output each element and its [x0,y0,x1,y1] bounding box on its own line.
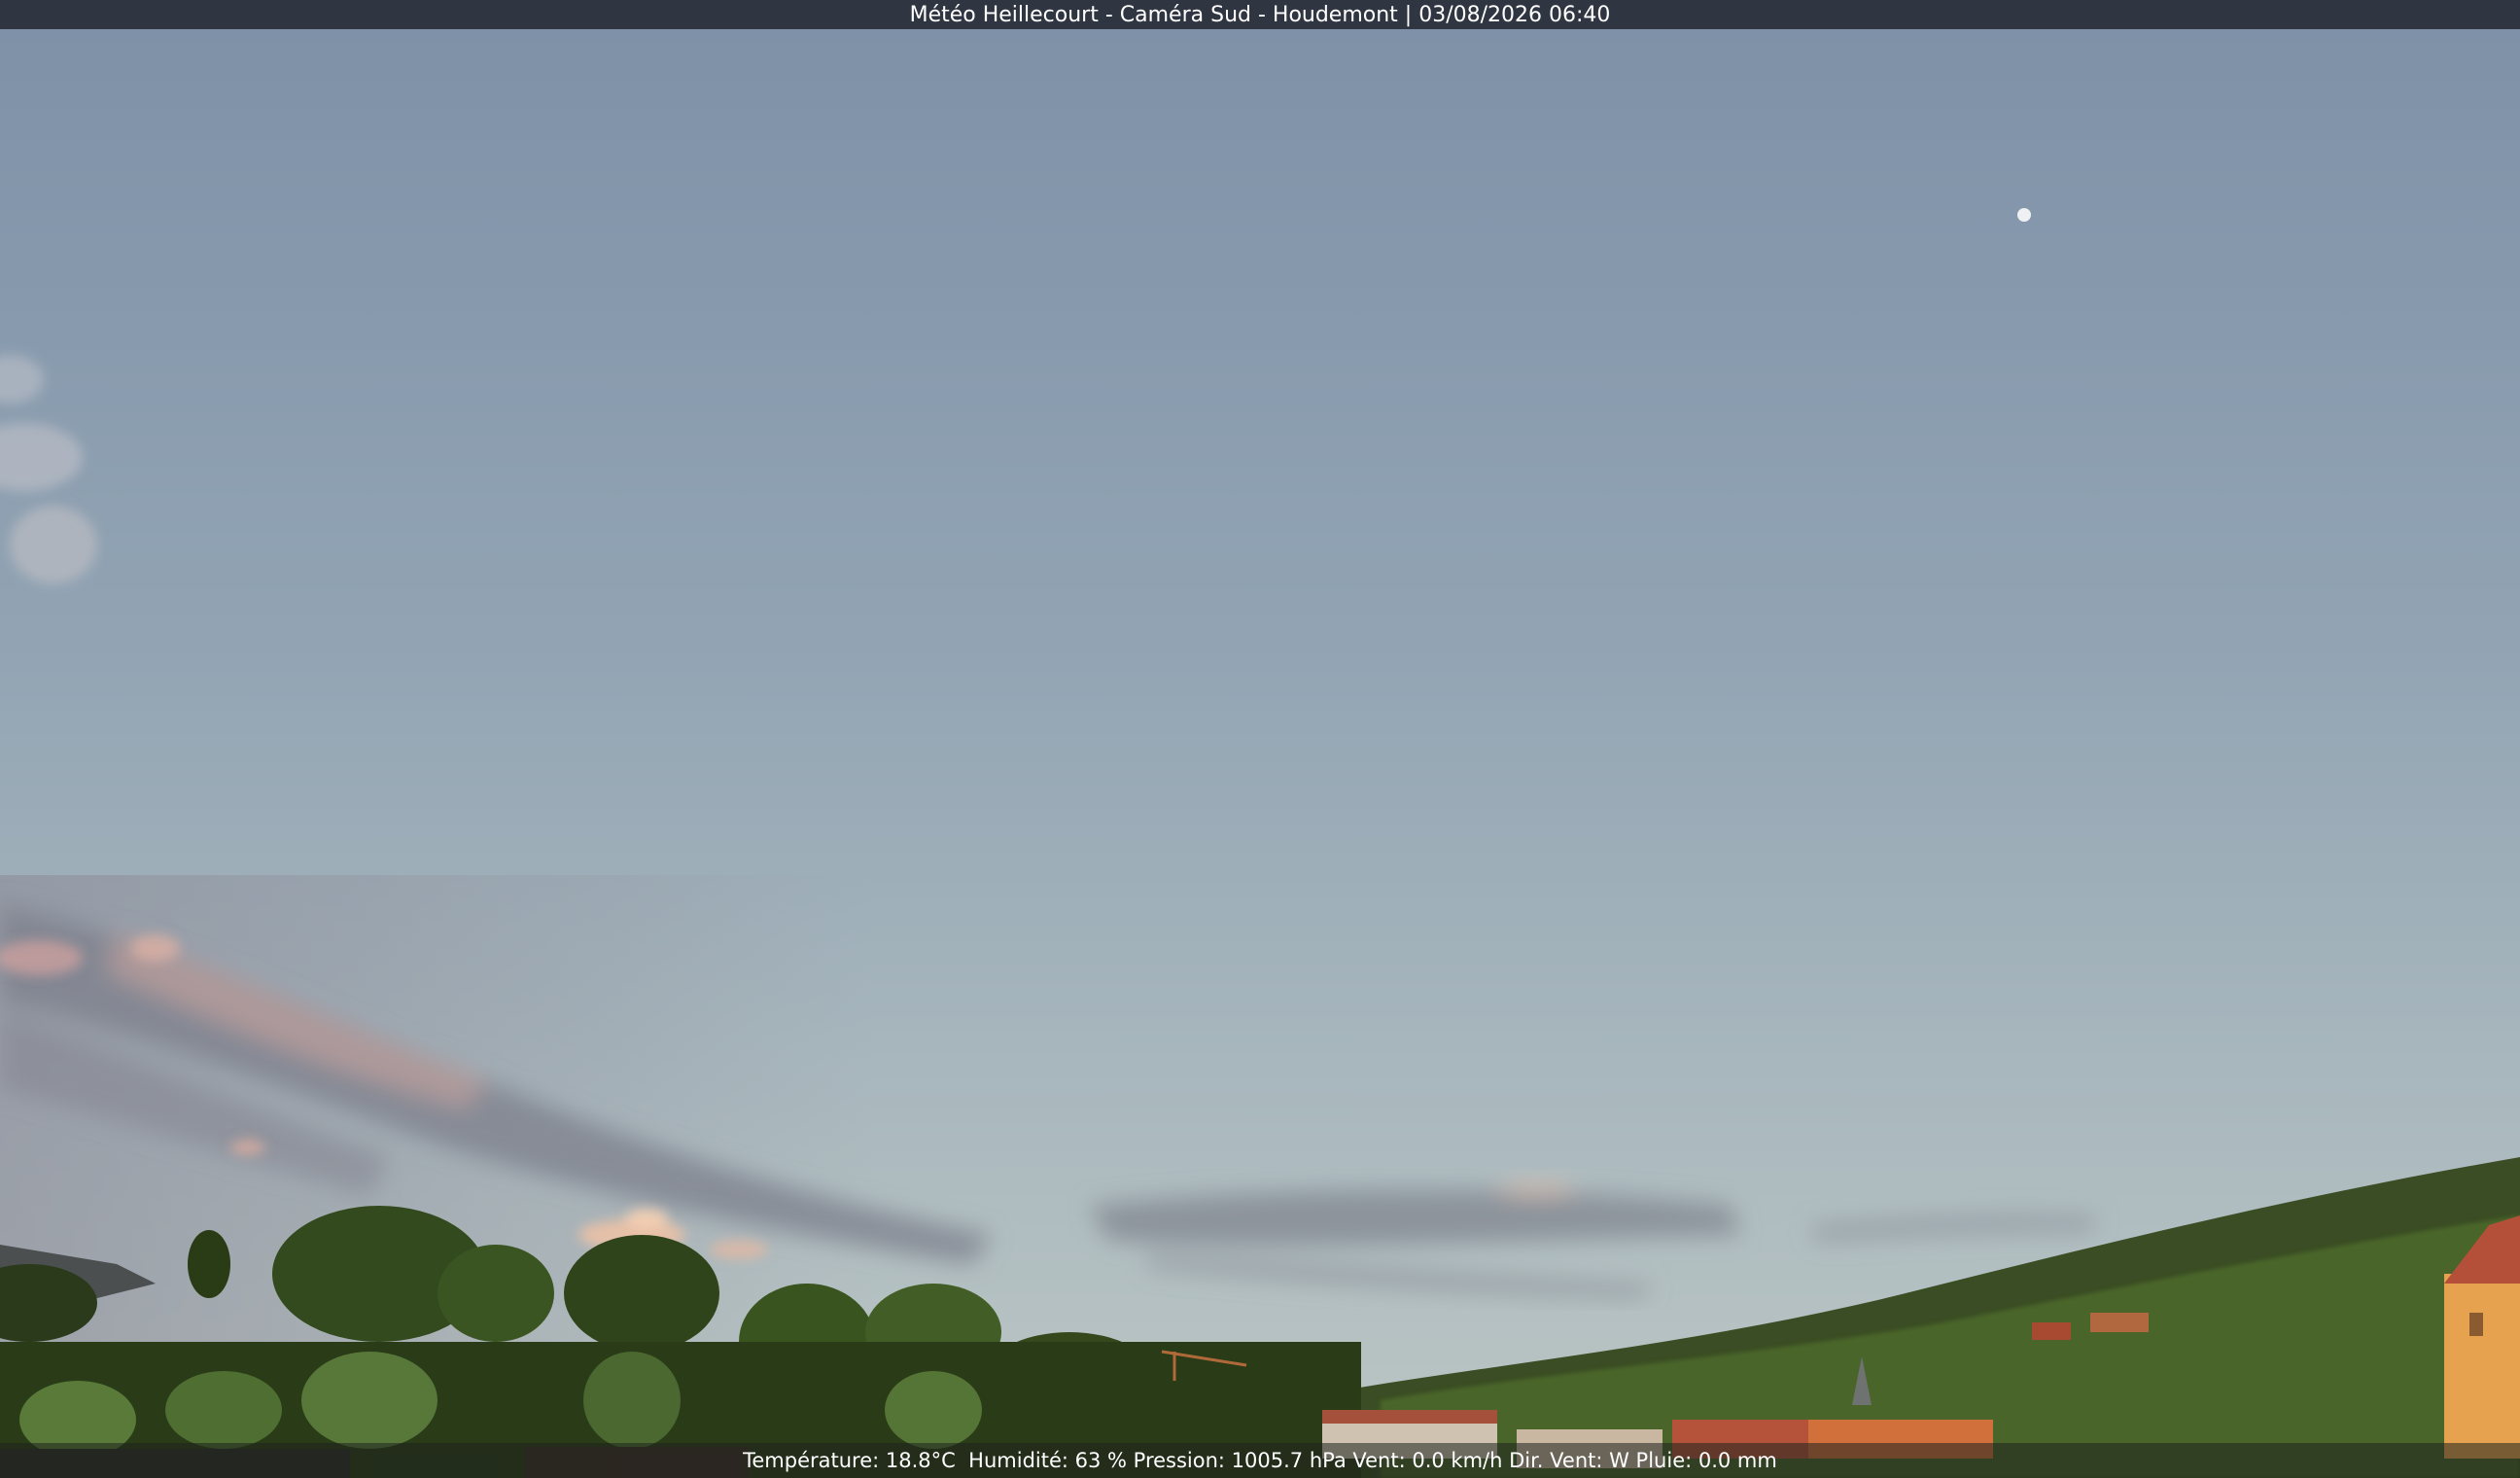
camera-title: Météo Heillecourt - Caméra Sud - Houdemo… [909,2,1611,27]
camera-title-bar: Météo Heillecourt - Caméra Sud - Houdemo… [0,0,2520,29]
weather-info-bar: Température: 18.8°C Humidité: 63 % Press… [0,1443,2520,1478]
weather-readout: Température: 18.8°C Humidité: 63 % Press… [743,1449,1777,1472]
webcam-scene [0,0,2520,1478]
moon-icon [2017,208,2031,222]
